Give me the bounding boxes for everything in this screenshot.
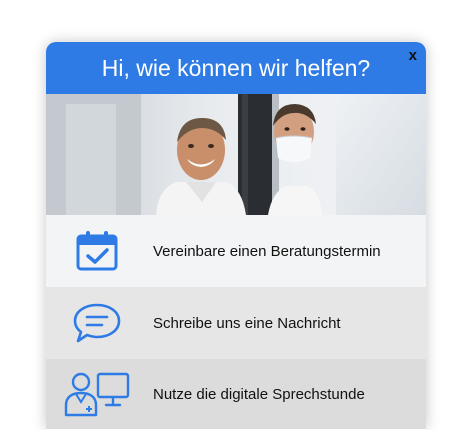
doctor-monitor-icon [64, 371, 130, 417]
menu-item-label: Nutze die digitale Sprechstunde [153, 385, 365, 403]
close-button[interactable]: x [409, 48, 417, 64]
menu-item-message[interactable]: Schreibe uns eine Nachricht [46, 287, 426, 359]
hero-image [46, 94, 426, 215]
calendar-check-icon [64, 228, 130, 274]
dentists-photo [46, 94, 426, 215]
chat-widget: Hi, wie können wir helfen? x Vereinbare … [46, 42, 426, 430]
widget-header: Hi, wie können wir helfen? x [46, 42, 426, 94]
menu-item-appointment[interactable]: Vereinbare einen Beratungstermin [46, 215, 426, 287]
chat-bubble-icon [64, 300, 130, 346]
menu-item-video-consultation[interactable]: Nutze die digitale Sprechstunde [46, 359, 426, 429]
options-menu: Vereinbare einen Beratungstermin Schreib… [46, 215, 426, 429]
widget-title: Hi, wie können wir helfen? [101, 55, 371, 81]
menu-item-label: Vereinbare einen Beratungstermin [153, 242, 381, 260]
menu-item-label: Schreibe uns eine Nachricht [153, 314, 341, 332]
